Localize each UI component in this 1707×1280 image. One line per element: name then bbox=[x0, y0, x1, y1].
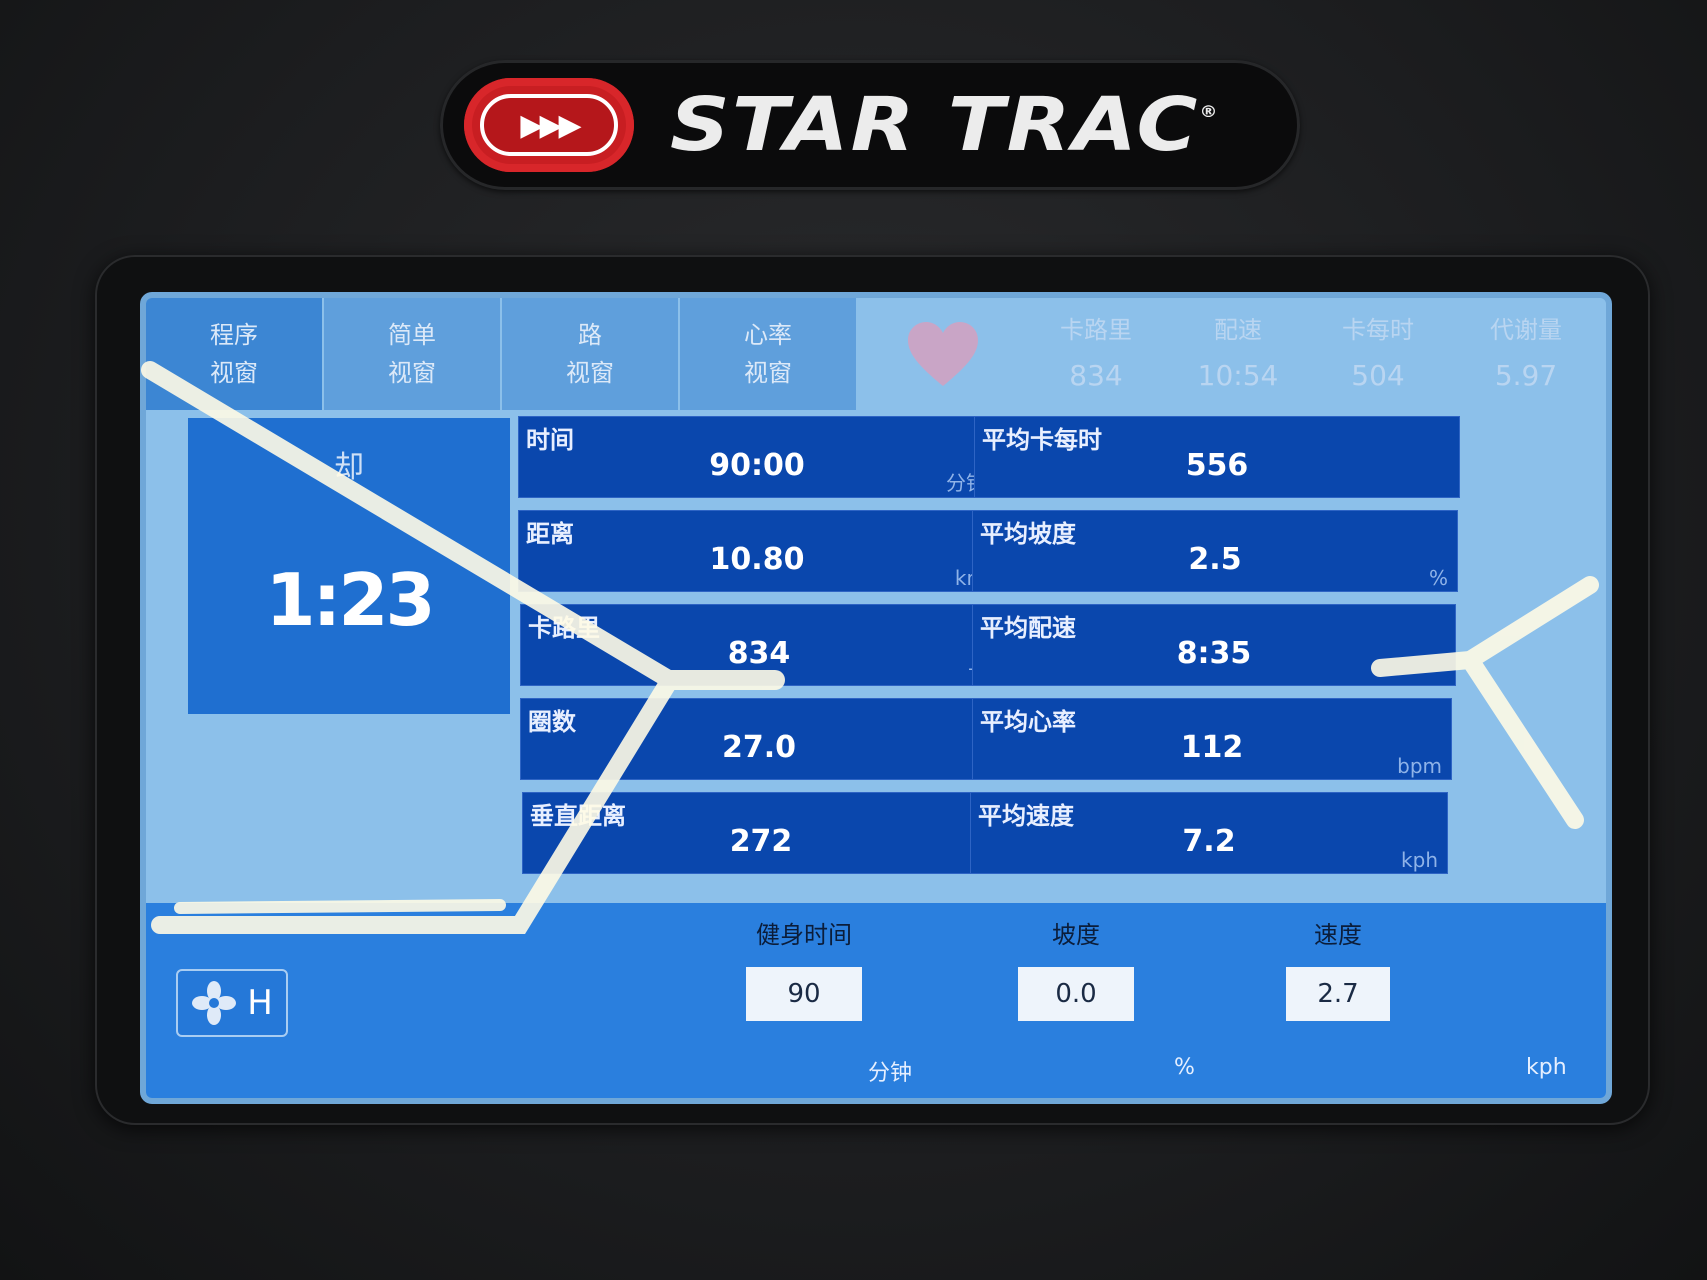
stat-pace: 配速 10:54 bbox=[1197, 316, 1279, 392]
metric-distance: 距离 10.80 km bbox=[518, 510, 996, 592]
workout-time-unit: 分钟 bbox=[868, 1061, 913, 1086]
fan-button[interactable]: H bbox=[176, 969, 288, 1037]
incline-unit: % bbox=[1174, 1055, 1195, 1080]
metric-avg-incline: 平均坡度 2.5 % bbox=[972, 510, 1458, 592]
metric-vertical-distance: 垂直距离 272 m bbox=[522, 792, 1000, 874]
metric-avg-speed: 平均速度 7.2 kph bbox=[970, 792, 1448, 874]
tab-road-view[interactable]: 路视窗 bbox=[502, 298, 678, 410]
brand-name: STAR TRAC® bbox=[670, 82, 1220, 168]
star-trac-logo: ▶▶▶ bbox=[464, 78, 634, 172]
view-tabs: 程序 视窗 简单 视窗 路视窗 心率 视窗 bbox=[146, 298, 866, 410]
speed-control: 速度 2.7 bbox=[1278, 915, 1398, 1021]
metric-time: 时间 90:00 分钟 bbox=[518, 416, 996, 498]
stat-mets: 代谢量 5.97 bbox=[1490, 316, 1562, 392]
timer-label: 却 bbox=[334, 450, 364, 485]
speed-unit: kph bbox=[1526, 1055, 1567, 1080]
workout-time-input[interactable]: 90 bbox=[746, 967, 862, 1021]
tab-heart-rate-view[interactable]: 心率 视窗 bbox=[680, 298, 856, 410]
control-bar: H 健身时间 90 分钟 坡度 0.0 % 速度 2.7 kph bbox=[146, 903, 1606, 1098]
stat-calories-per-hour: 卡每时 504 bbox=[1342, 316, 1414, 392]
incline-input[interactable]: 0.0 bbox=[1018, 967, 1134, 1021]
registered-mark: ® bbox=[1199, 102, 1220, 121]
tab-program-view[interactable]: 程序 视窗 bbox=[146, 298, 322, 410]
metric-laps: 圈数 27.0 bbox=[520, 698, 998, 780]
heart-icon bbox=[908, 322, 978, 386]
incline-control: 坡度 0.0 bbox=[1016, 915, 1136, 1021]
cooldown-timer-card: 却 1:23 bbox=[188, 418, 510, 714]
tab-simple-view[interactable]: 简单 视窗 bbox=[324, 298, 500, 410]
workout-time-control: 健身时间 90 bbox=[744, 915, 864, 1021]
fan-level: H bbox=[247, 983, 273, 1023]
logo-arrows: ▶▶▶ bbox=[480, 94, 618, 156]
timer-value: 1:23 bbox=[265, 558, 435, 642]
metric-avg-heart-rate: 平均心率 112 bpm bbox=[972, 698, 1452, 780]
metric-calories: 卡路里 834 卡 bbox=[520, 604, 998, 686]
header-stats: 卡路里 834 配速 10:54 卡每时 504 代谢量 5.97 bbox=[1026, 308, 1606, 408]
metric-avg-pace: 平均配速 8:35 bbox=[972, 604, 1456, 686]
brand-plate: ▶▶▶ STAR TRAC® bbox=[440, 60, 1300, 190]
fan-icon bbox=[192, 981, 237, 1025]
treadmill-screen: 程序 视窗 简单 视窗 路视窗 心率 视窗 卡路里 834 配速 10:54 卡每时 … bbox=[140, 292, 1612, 1104]
metric-avg-calories-per-hour: 平均卡每时 556 bbox=[974, 416, 1460, 498]
stat-calories: 卡路里 834 bbox=[1060, 316, 1132, 392]
speed-input[interactable]: 2.7 bbox=[1286, 967, 1390, 1021]
